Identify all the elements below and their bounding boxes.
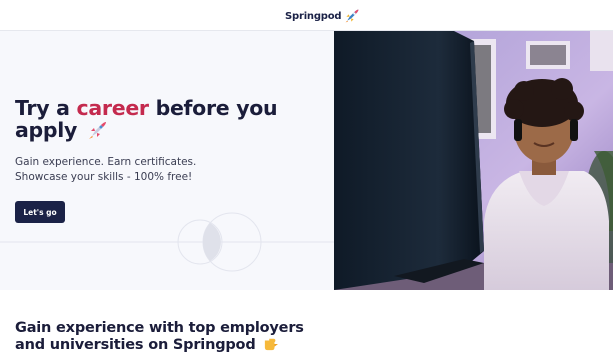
hero-title-part1: Try a xyxy=(15,96,77,120)
section-title-text: Gain experience with top employers and u… xyxy=(15,320,304,353)
hero-subtitle-line2: Showcase your skills - 100% free! xyxy=(15,171,193,183)
rocket-icon xyxy=(345,9,359,23)
pointing-hand-icon xyxy=(265,338,279,351)
section-title: Gain experience with top employers and u… xyxy=(15,320,335,354)
hero-title-accent: career xyxy=(76,96,150,120)
springpod-logo[interactable]: Springpod xyxy=(285,7,360,25)
hero-subtitle: Gain experience. Earn certificates. Show… xyxy=(15,155,255,185)
rocket-icon xyxy=(88,122,106,139)
hero-subtitle-line1: Gain experience. Earn certificates. xyxy=(15,156,197,168)
top-navigation-bar: Springpod xyxy=(0,0,613,31)
decorative-circles xyxy=(0,212,334,272)
hero-title: Try a career before you apply xyxy=(15,97,315,141)
student-at-computer-photo xyxy=(334,31,613,290)
hero-photo-illustration xyxy=(334,31,613,290)
hero-text-panel: Try a career before you apply Gain exper… xyxy=(0,31,334,290)
hero-section: Try a career before you apply Gain exper… xyxy=(0,31,613,290)
logo-text: Springpod xyxy=(285,10,342,22)
